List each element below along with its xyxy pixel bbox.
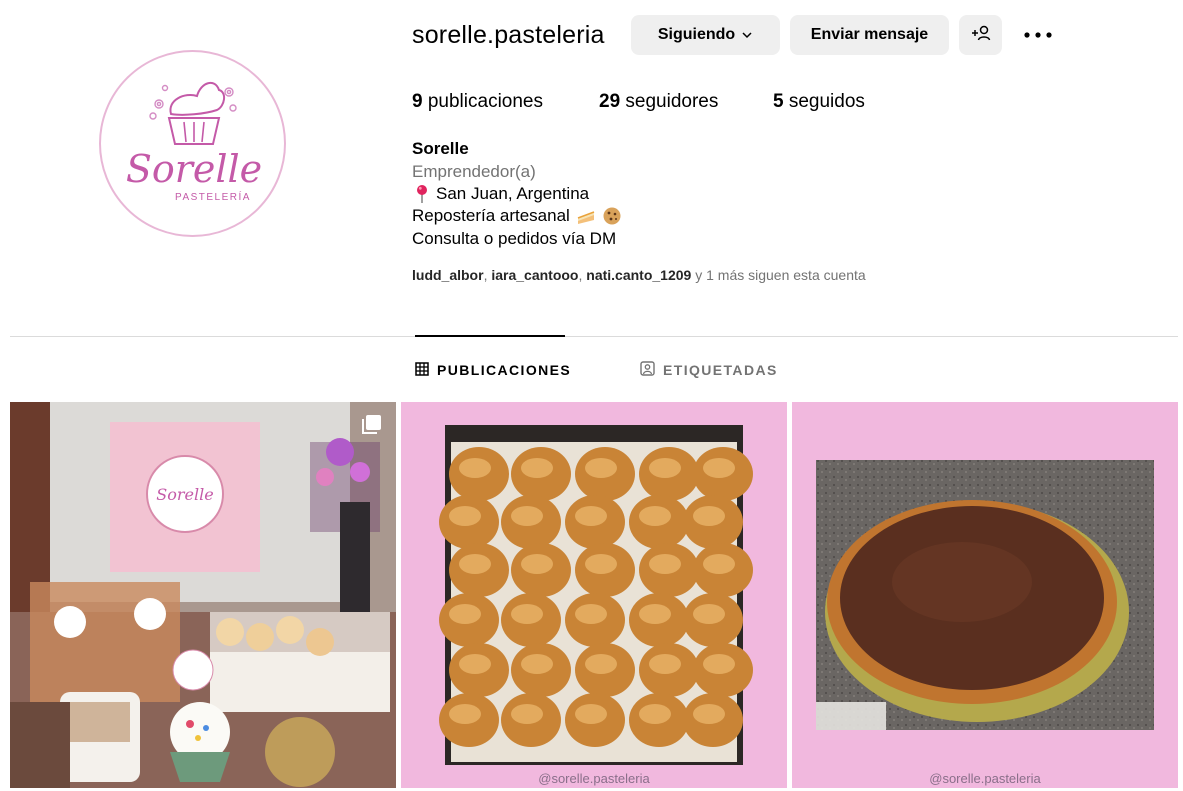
chevron-down-icon	[741, 29, 753, 41]
post-watermark: @sorelle.pasteleria	[538, 771, 650, 786]
bun-highlight	[585, 554, 617, 574]
send-message-button[interactable]: Enviar mensaje	[790, 15, 949, 55]
cake-slice-icon	[576, 206, 596, 226]
bio-contact: Consulta o pedidos vía DM	[412, 229, 617, 248]
suggest-users-button[interactable]	[959, 15, 1002, 55]
tab-posts[interactable]: PUBLICACIONES	[415, 360, 571, 380]
post-watermark: @sorelle.pasteleria	[929, 771, 1041, 786]
tab-posts-label: PUBLICACIONES	[437, 362, 572, 378]
bun-highlight	[449, 604, 481, 624]
logo-subtitle: PASTELERÍA	[175, 190, 251, 203]
grid-icon	[415, 361, 437, 379]
bun-highlight	[459, 554, 491, 574]
tab-tagged[interactable]: ETIQUETADAS	[640, 360, 778, 380]
following-label: Siguiendo	[657, 26, 736, 43]
bun-highlight	[511, 704, 543, 724]
bun-highlight	[521, 458, 553, 478]
bun-highlight	[511, 506, 543, 526]
bun-highlight	[693, 604, 725, 624]
bun-highlight	[703, 458, 735, 478]
bun-highlight	[449, 704, 481, 724]
follower-link[interactable]: iara_cantooo	[491, 267, 578, 283]
round-pushpin-icon	[412, 184, 436, 204]
bio-location: San Juan, Argentina	[412, 184, 589, 204]
bun-highlight	[575, 506, 607, 526]
bun-highlight	[639, 506, 671, 526]
posts-count: 9 publicaciones	[412, 91, 543, 113]
bun-highlight	[585, 458, 617, 478]
posts-count-label: publicaciones	[427, 91, 543, 112]
bun-highlight	[459, 654, 491, 674]
bun-highlight	[521, 554, 553, 574]
followers-count-value: 29	[599, 91, 621, 112]
bio-description-text: Repostería artesanal	[412, 206, 570, 225]
bun-highlight	[693, 506, 725, 526]
bun-highlight	[449, 506, 481, 526]
followers-count-label: seguidores	[625, 91, 719, 112]
post-image	[401, 402, 787, 788]
active-tab-indicator	[415, 335, 565, 337]
following-button[interactable]: Siguiendo	[631, 15, 780, 55]
bio-category: Emprendedor(a)	[412, 162, 536, 181]
cookie-icon	[602, 206, 622, 226]
following-count-label: seguidos	[788, 91, 865, 112]
follower-link[interactable]: ludd_albor	[412, 267, 484, 283]
bun-highlight	[639, 604, 671, 624]
bun-highlight	[639, 704, 671, 724]
bun-highlight	[585, 654, 617, 674]
more-options-icon[interactable]	[1019, 22, 1057, 48]
post-thumbnail[interactable]: @sorelle.pasteleria	[792, 402, 1178, 788]
profile-avatar[interactable]: Sorelle PASTELERÍA	[99, 50, 286, 237]
tab-tagged-label: ETIQUETADAS	[663, 362, 778, 378]
posts-count-value: 9	[412, 91, 423, 112]
following-link[interactable]: 5 seguidos	[773, 91, 865, 113]
bun-highlight	[703, 654, 735, 674]
followed-by[interactable]: ludd_albor, iara_cantooo, nati.canto_120…	[412, 267, 866, 283]
bun-highlight	[649, 654, 681, 674]
follower-link[interactable]: nati.canto_1209	[586, 267, 691, 283]
bio-name: Sorelle	[412, 139, 469, 158]
bun-highlight	[521, 654, 553, 674]
following-count-value: 5	[773, 91, 784, 112]
bun-highlight	[575, 604, 607, 624]
send-message-label: Enviar mensaje	[810, 26, 929, 43]
bun-highlight	[703, 554, 735, 574]
post-image	[792, 402, 1178, 788]
tagged-icon	[640, 361, 663, 379]
bun-highlight	[693, 704, 725, 724]
bun-highlight	[511, 604, 543, 624]
bun-highlight	[459, 458, 491, 478]
post-image: Sorelle	[10, 402, 396, 788]
svg-text:Sorelle: Sorelle	[156, 485, 213, 504]
bun-highlight	[649, 458, 681, 478]
profile-username: sorelle.pasteleria	[412, 21, 605, 49]
logo-title: Sorelle	[126, 147, 262, 191]
post-thumbnail[interactable]: Sorelle	[10, 402, 396, 788]
post-thumbnail[interactable]: @sorelle.pasteleria	[401, 402, 787, 788]
followers-link[interactable]: 29 seguidores	[599, 91, 718, 113]
add-user-icon	[971, 25, 991, 46]
bun-highlight	[649, 554, 681, 574]
bun-highlight	[575, 704, 607, 724]
followed-by-suffix: y 1 más siguen esta cuenta	[695, 267, 866, 283]
tabs-divider	[10, 336, 1178, 337]
sorelle-logo: Sorelle PASTELERÍA	[126, 81, 262, 203]
carousel-icon	[360, 414, 382, 436]
bio-location-text: San Juan, Argentina	[436, 184, 590, 203]
bio-description: Repostería artesanal	[412, 206, 622, 226]
